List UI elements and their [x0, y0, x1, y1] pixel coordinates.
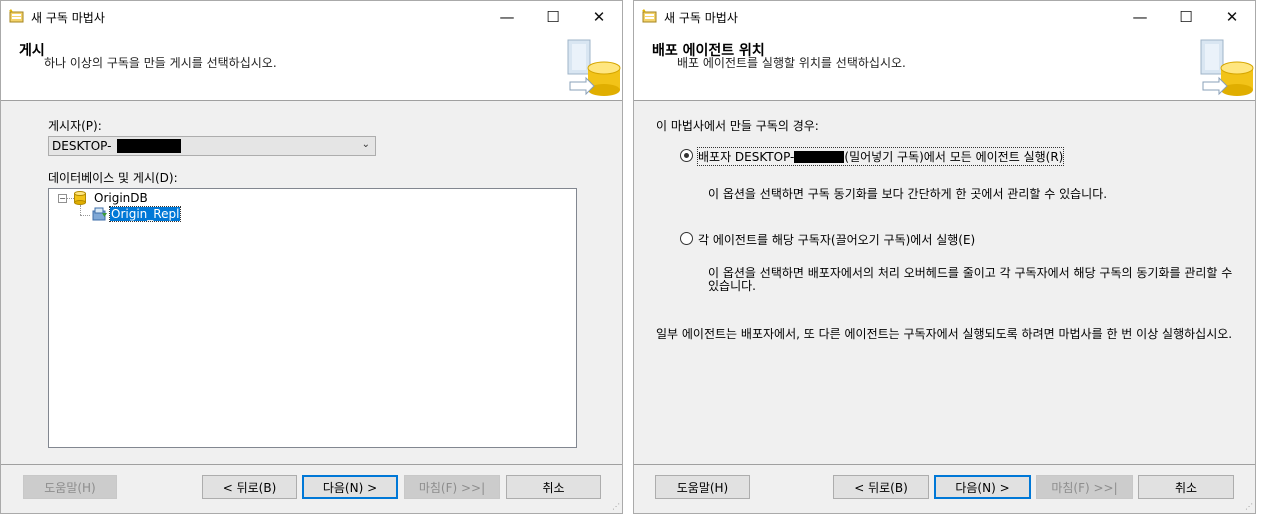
finish-button[interactable]: 마침(F) >>| [1036, 475, 1133, 499]
chevron-down-icon[interactable]: ⌄ [362, 139, 370, 150]
help-button[interactable]: 도움말(H) [655, 475, 750, 499]
page-title: 게시 [19, 43, 45, 59]
footnote-text: 일부 에이전트는 배포자에서, 또 다른 에이전트는 구독자에서 실행되도록 하… [656, 327, 1233, 341]
database-wizard-graphic-icon [1197, 38, 1255, 100]
option-push-label[interactable]: 배포자 DESKTOP- (밀어넣기 구독)에서 모든 에이전트 실행(R) [696, 147, 1065, 166]
back-button[interactable]: < 뒤로(B) [202, 475, 297, 499]
tree-connector [80, 205, 81, 215]
maximize-button[interactable]: ☐ [530, 1, 576, 32]
tree-item-publication[interactable]: Origin_Repl [108, 206, 182, 222]
finish-button[interactable]: 마침(F) >>| [404, 475, 500, 499]
option-pull-label[interactable]: 각 에이전트를 해당 구독자(끌어오기 구독)에서 실행(E) [698, 231, 975, 248]
footer-divider [634, 464, 1255, 465]
next-button[interactable]: 다음(N) > [934, 475, 1031, 499]
window-title: 새 구독 마법사 [664, 11, 738, 25]
minimize-button[interactable]: — [1117, 1, 1163, 32]
close-button[interactable]: ✕ [1209, 1, 1255, 32]
redacted-block [117, 139, 181, 153]
publisher-combobox[interactable]: DESKTOP- ⌄ [48, 136, 376, 156]
tree-connector [67, 198, 74, 199]
wizard-window-agent-location: 새 구독 마법사 — ☐ ✕ 배포 에이전트 위치 배포 에이전트를 실행할 위… [633, 0, 1256, 514]
footer-divider [1, 464, 622, 465]
radio-run-at-distributor[interactable] [680, 149, 693, 162]
resize-grip-icon[interactable]: ⋰ [1245, 503, 1253, 511]
database-icon [74, 191, 86, 205]
database-publication-tree[interactable]: − OriginDB Origin_Repl [48, 188, 577, 448]
collapse-toggle-icon[interactable]: − [58, 194, 67, 203]
next-button[interactable]: 다음(N) > [302, 475, 398, 499]
wizard-header: 게시 하나 이상의 구독을 만들 게시를 선택하십시오. [1, 32, 622, 101]
wizard-window-publication: 새 구독 마법사 — ☐ ✕ 게시 하나 이상의 구독을 만들 게시를 선택하십… [0, 0, 623, 514]
maximize-button[interactable]: ☐ [1163, 1, 1209, 32]
option-pull-description: 이 옵션을 선택하면 배포자에서의 처리 오버헤드를 줄이고 각 구독자에서 해… [708, 266, 1233, 293]
title-bar: 새 구독 마법사 — ☐ ✕ [1, 1, 622, 32]
option-push-label-start: 배포자 DESKTOP- [698, 150, 795, 164]
intro-text: 이 마법사에서 만들 구독의 경우: [656, 119, 819, 133]
publisher-value: DESKTOP- [52, 139, 112, 153]
wizard-app-icon [642, 9, 658, 23]
page-description: 하나 이상의 구독을 만들 게시를 선택하십시오. [44, 56, 277, 70]
tree-connector [80, 215, 90, 216]
publication-icon [92, 207, 108, 221]
radio-run-at-subscriber[interactable] [680, 232, 693, 245]
publisher-label: 게시자(P): [48, 119, 102, 133]
cancel-button[interactable]: 취소 [1138, 475, 1234, 499]
wizard-header: 배포 에이전트 위치 배포 에이전트를 실행할 위치를 선택하십시오. [634, 32, 1255, 101]
database-wizard-graphic-icon [564, 38, 622, 100]
redacted-block [794, 151, 845, 163]
minimize-button[interactable]: — [484, 1, 530, 32]
title-bar: 새 구독 마법사 — ☐ ✕ [634, 1, 1255, 32]
window-title: 새 구독 마법사 [31, 11, 105, 25]
wizard-app-icon [9, 9, 25, 23]
resize-grip-icon[interactable]: ⋰ [612, 503, 620, 511]
help-button[interactable]: 도움말(H) [23, 475, 117, 499]
cancel-button[interactable]: 취소 [506, 475, 601, 499]
tree-item-database[interactable]: OriginDB [94, 191, 148, 205]
close-button[interactable]: ✕ [576, 1, 622, 32]
page-description: 배포 에이전트를 실행할 위치를 선택하십시오. [677, 56, 906, 70]
option-push-description: 이 옵션을 선택하면 구독 동기화를 보다 간단하게 한 곳에서 관리할 수 있… [708, 187, 1108, 201]
back-button[interactable]: < 뒤로(B) [833, 475, 929, 499]
databases-label: 데이터베이스 및 게시(D): [48, 171, 178, 185]
option-push-label-end: (밀어넣기 구독)에서 모든 에이전트 실행(R) [844, 150, 1064, 164]
